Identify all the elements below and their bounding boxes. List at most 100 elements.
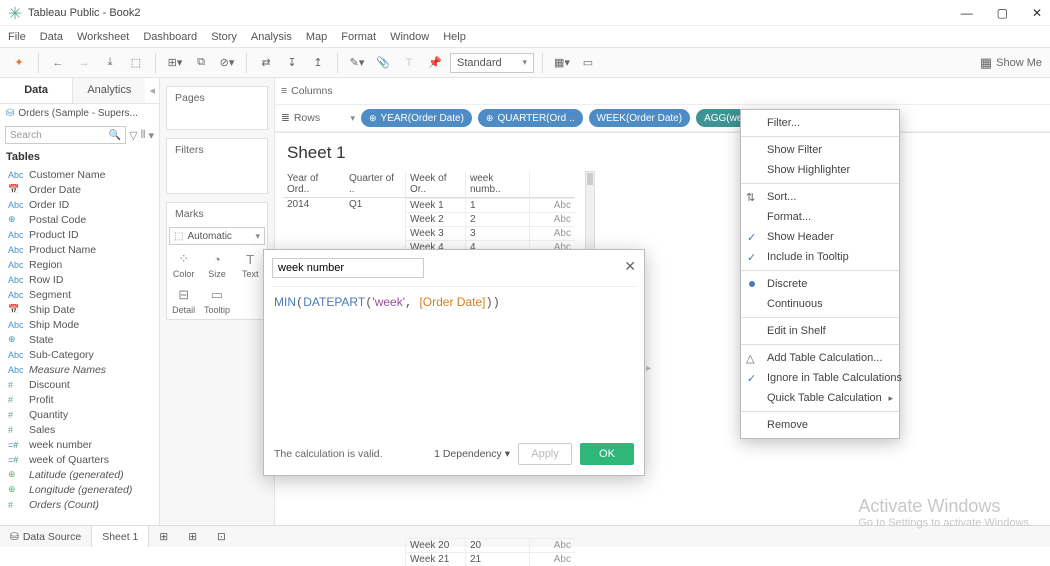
filter-icon[interactable]: ▽ xyxy=(129,129,137,142)
pin-button[interactable]: 📌 xyxy=(424,52,446,74)
field-item[interactable]: AbcSub-Category xyxy=(0,347,159,362)
sort-desc-button[interactable]: ↥ xyxy=(307,52,329,74)
duplicate-button[interactable]: ⧉ xyxy=(190,52,212,74)
field-item[interactable]: #Orders (Count) xyxy=(0,497,159,512)
col-header[interactable]: week numb.. xyxy=(465,171,529,197)
field-item[interactable]: AbcMeasure Names xyxy=(0,362,159,377)
ctx-item[interactable]: Discrete xyxy=(741,274,899,294)
menu-help[interactable]: Help xyxy=(443,31,466,43)
tab-analytics[interactable]: Analytics xyxy=(72,78,145,104)
dropdown-icon[interactable]: ▾ xyxy=(148,129,154,142)
field-item[interactable]: =#week of Quarters xyxy=(0,452,159,467)
field-item[interactable]: AbcOrder ID xyxy=(0,197,159,212)
new-data-button[interactable]: ⬚ xyxy=(125,52,147,74)
highlight-button[interactable]: ✎▾ xyxy=(346,52,368,74)
field-item[interactable]: ⊕Longitude (generated) xyxy=(0,482,159,497)
sheet-title[interactable]: Sheet 1 xyxy=(275,133,1050,171)
close-icon[interactable]: ✕ xyxy=(624,258,636,275)
menu-dashboard[interactable]: Dashboard xyxy=(143,31,197,43)
cards-button[interactable]: ▦▾ xyxy=(551,52,573,74)
calc-formula[interactable]: MIN(DATEPART('week', [Order Date])) xyxy=(264,287,644,437)
sort-asc-button[interactable]: ↧ xyxy=(281,52,303,74)
ctx-item[interactable]: Remove xyxy=(741,415,899,435)
field-item[interactable]: ⊕Postal Code xyxy=(0,212,159,227)
menu-story[interactable]: Story xyxy=(211,31,237,43)
menu-file[interactable]: File xyxy=(8,31,26,43)
menu-format[interactable]: Format xyxy=(341,31,376,43)
menu-data[interactable]: Data xyxy=(40,31,63,43)
new-sheet-button[interactable]: ⊞ xyxy=(149,526,178,547)
pages-shelf[interactable]: Pages xyxy=(167,87,267,109)
menu-window[interactable]: Window xyxy=(390,31,429,43)
columns-shelf[interactable]: ≡Columns xyxy=(275,78,1050,105)
col-header[interactable]: Year of Ord.. xyxy=(283,171,345,197)
ctx-item[interactable]: ✓Show Header xyxy=(741,227,899,247)
ctx-item[interactable]: △Add Table Calculation... xyxy=(741,348,899,368)
pill-week[interactable]: WEEK(Order Date) xyxy=(589,109,691,127)
save-button[interactable]: ⤓ xyxy=(99,52,121,74)
field-item[interactable]: =#week number xyxy=(0,437,159,452)
col-header[interactable]: Quarter of .. xyxy=(345,171,405,197)
maximize-button[interactable]: ▢ xyxy=(997,6,1008,20)
mark-type-select[interactable]: ⬚Automatic▾ xyxy=(169,227,265,245)
ok-button[interactable]: OK xyxy=(580,443,634,465)
tableau-icon[interactable]: ✦ xyxy=(8,52,30,74)
view-icon[interactable]: ⦀ xyxy=(141,129,146,142)
ctx-item[interactable]: Format... xyxy=(741,207,899,227)
field-item[interactable]: #Profit xyxy=(0,392,159,407)
field-item[interactable]: ⊕State xyxy=(0,332,159,347)
calc-name-input[interactable] xyxy=(272,258,424,278)
col-header[interactable]: Week of Or.. xyxy=(405,171,465,197)
field-item[interactable]: AbcProduct Name xyxy=(0,242,159,257)
presentation-button[interactable]: ▭ xyxy=(577,52,599,74)
ctx-item[interactable]: ✓Ignore in Table Calculations xyxy=(741,368,899,388)
field-item[interactable]: AbcRegion xyxy=(0,257,159,272)
mark-size[interactable]: ◔Size xyxy=(200,247,233,283)
search-input[interactable]: Search🔍 xyxy=(5,126,126,144)
clear-button[interactable]: ⊘▾ xyxy=(216,52,238,74)
filters-shelf[interactable]: Filters xyxy=(167,139,267,161)
close-button[interactable]: ✕ xyxy=(1032,6,1042,20)
field-item[interactable]: ⊕Latitude (generated) xyxy=(0,467,159,482)
scrollbar[interactable] xyxy=(585,171,595,259)
expand-handle-icon[interactable]: ▸ xyxy=(646,363,651,374)
field-item[interactable]: 📅Order Date xyxy=(0,182,159,197)
calc-dependency[interactable]: 1 Dependency ▾ xyxy=(434,448,510,460)
minimize-button[interactable]: — xyxy=(961,6,973,20)
show-me-button[interactable]: ▦Show Me xyxy=(980,55,1042,71)
mark-detail[interactable]: ⊟Detail xyxy=(167,283,200,319)
forward-button[interactable]: → xyxy=(73,52,95,74)
field-item[interactable]: #Discount xyxy=(0,377,159,392)
field-item[interactable]: AbcRow ID xyxy=(0,272,159,287)
new-dashboard-button[interactable]: ⊞ xyxy=(178,526,207,547)
apply-button[interactable]: Apply xyxy=(518,443,572,465)
tab-data[interactable]: Data xyxy=(0,78,72,104)
mark-tooltip[interactable]: ▭Tooltip xyxy=(200,283,233,319)
back-button[interactable]: ← xyxy=(47,52,69,74)
swap-button[interactable]: ⇄ xyxy=(255,52,277,74)
datasource-name[interactable]: ⛁ Orders (Sample - Supers... xyxy=(0,104,159,123)
field-item[interactable]: #Quantity xyxy=(0,407,159,422)
ctx-item[interactable]: Edit in Shelf xyxy=(741,321,899,341)
new-story-button[interactable]: ⊡ xyxy=(207,526,236,547)
field-item[interactable]: AbcShip Mode xyxy=(0,317,159,332)
pill-quarter[interactable]: ⊕QUARTER(Ord .. xyxy=(478,109,583,127)
new-sheet-button[interactable]: ⊞▾ xyxy=(164,52,186,74)
collapse-icon[interactable]: ◂ xyxy=(145,78,159,104)
tab-sheet1[interactable]: Sheet 1 xyxy=(92,526,149,547)
ctx-item[interactable]: Filter... xyxy=(741,113,899,133)
menu-worksheet[interactable]: Worksheet xyxy=(77,31,129,43)
fit-select[interactable]: Standard▾ xyxy=(450,53,534,73)
ctx-item[interactable]: Show Filter xyxy=(741,140,899,160)
mark-text[interactable]: TText xyxy=(234,247,267,283)
pill-year[interactable]: ⊕YEAR(Order Date) xyxy=(361,109,472,127)
field-item[interactable]: AbcSegment xyxy=(0,287,159,302)
ctx-item[interactable]: Show Highlighter xyxy=(741,160,899,180)
mark-color[interactable]: ⁘Color xyxy=(167,247,200,283)
totals-button[interactable]: T xyxy=(398,52,420,74)
ctx-item[interactable]: Quick Table Calculation▸ xyxy=(741,388,899,408)
group-button[interactable]: 📎 xyxy=(372,52,394,74)
menu-analysis[interactable]: Analysis xyxy=(251,31,292,43)
ctx-item[interactable]: ⇅Sort... xyxy=(741,187,899,207)
ctx-item[interactable]: Continuous xyxy=(741,294,899,314)
